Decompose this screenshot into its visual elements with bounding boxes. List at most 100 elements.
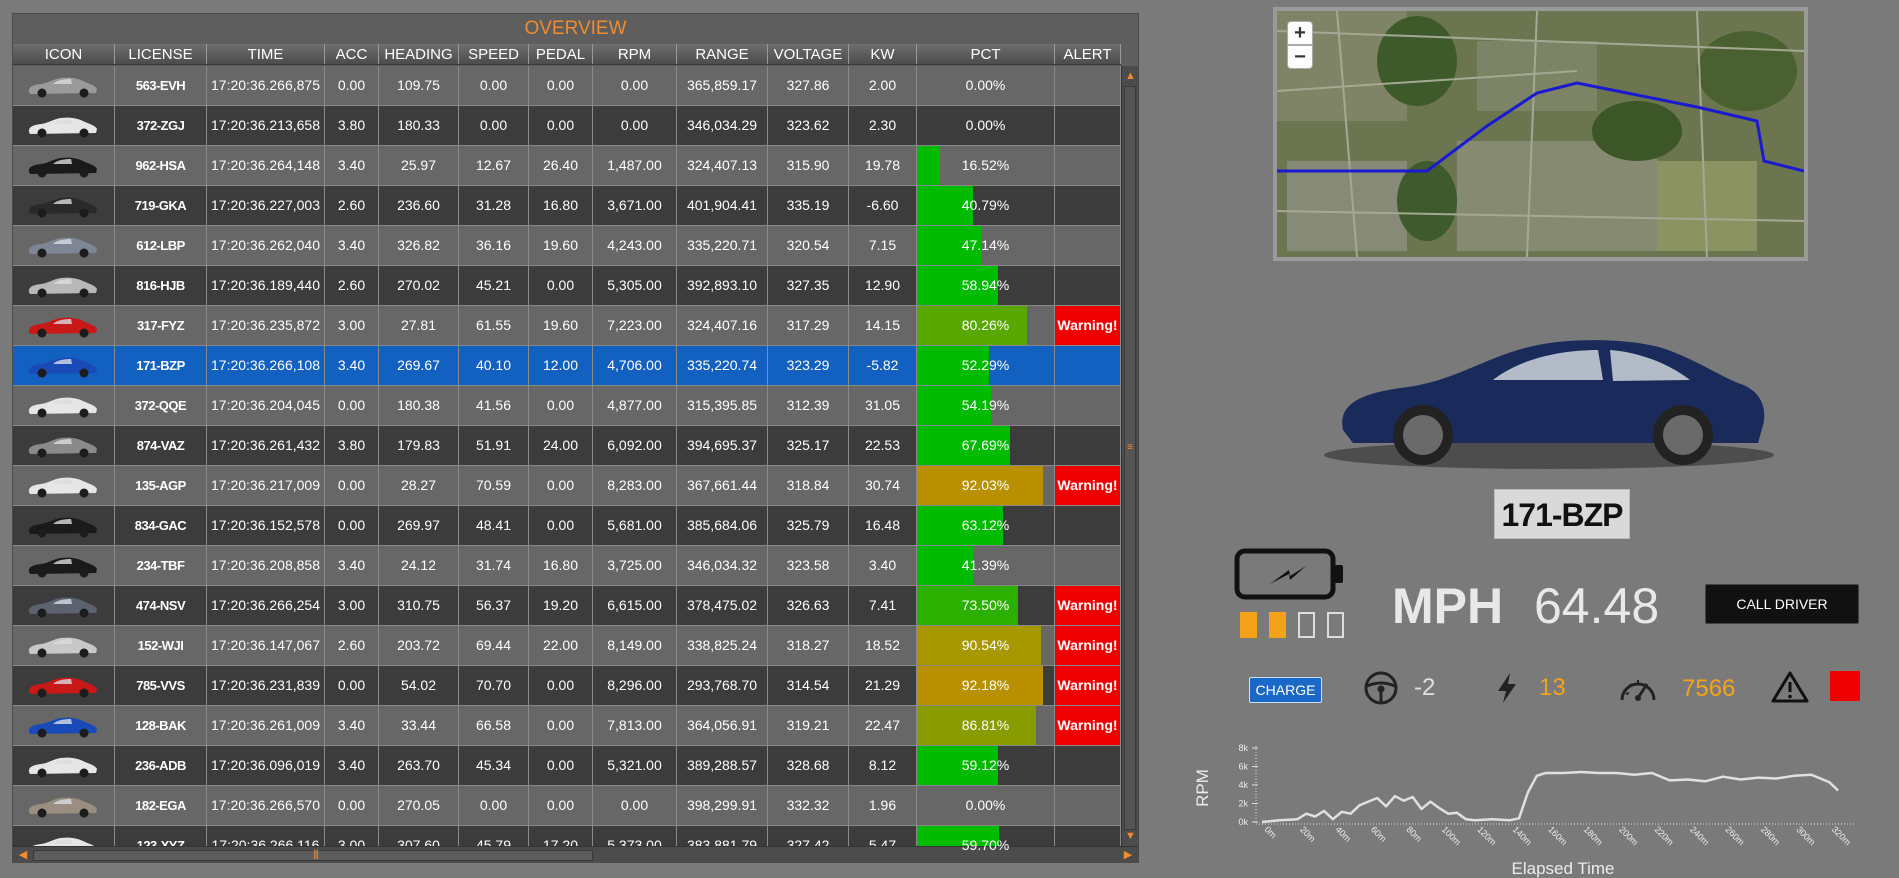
- voltage-cell: 320.54: [768, 226, 849, 265]
- time-cell: 17:20:36.266,875: [207, 66, 325, 105]
- column-header-license[interactable]: LICENSE: [115, 44, 207, 64]
- heading-cell: 269.67: [379, 346, 459, 385]
- scroll-up-icon[interactable]: ▲: [1122, 68, 1139, 84]
- acc-cell: 3.80: [325, 426, 379, 465]
- icon-cell: [13, 346, 115, 385]
- license-cell: 785-VVS: [115, 666, 207, 705]
- column-header-range[interactable]: RANGE: [677, 44, 768, 64]
- kw-cell: 21.29: [849, 666, 917, 705]
- column-header-alert[interactable]: ALERT: [1055, 44, 1121, 64]
- column-header-rpm[interactable]: RPM: [593, 44, 677, 64]
- acc-cell: 0.00: [325, 666, 379, 705]
- voltage-cell: 318.84: [768, 466, 849, 505]
- car-icon: [28, 717, 97, 738]
- charge-button[interactable]: CHARGE: [1249, 677, 1322, 703]
- table-row[interactable]: 135-AGP 17:20:36.217,009 0.00 28.27 70.59 0.0…: [13, 466, 1121, 506]
- column-header-kw[interactable]: KW: [849, 44, 917, 64]
- license-cell: 563-EVH: [115, 66, 207, 105]
- vertical-scrollbar[interactable]: ▲ ≡ ▼: [1121, 66, 1138, 846]
- pct-text: 16.52%: [961, 157, 1010, 173]
- speed-cell: 66.58: [459, 706, 529, 745]
- call-driver-button[interactable]: CALL DRIVER: [1705, 584, 1859, 624]
- speed-cell: 48.41: [459, 506, 529, 545]
- speed-cell: 45.34: [459, 746, 529, 785]
- scroll-left-icon[interactable]: ◀: [15, 847, 31, 864]
- car-icon: [28, 557, 97, 578]
- icon-cell: [13, 306, 115, 345]
- column-header-time[interactable]: TIME: [207, 44, 325, 64]
- license-cell: 317-FYZ: [115, 306, 207, 345]
- table-row[interactable]: 834-GAC 17:20:36.152,578 0.00 269.97 48.41 0.…: [13, 506, 1121, 546]
- column-header-acc[interactable]: ACC: [325, 44, 379, 64]
- table-row[interactable]: 182-EGA 17:20:36.266,570 0.00 270.05 0.00 0.0…: [13, 786, 1121, 826]
- car-icon: [28, 317, 97, 338]
- rpm-cell: 7,223.00: [593, 306, 677, 345]
- column-header-voltage[interactable]: VOLTAGE: [768, 44, 849, 64]
- car-icon: [28, 117, 97, 138]
- acc-cell: 3.40: [325, 346, 379, 385]
- table-row[interactable]: 171-BZP 17:20:36.266,108 3.40 269.67 40.10 12…: [13, 346, 1121, 386]
- zoom-out-button[interactable]: −: [1287, 45, 1313, 69]
- table-row[interactable]: 563-EVH 17:20:36.266,875 0.00 109.75 0.00 0.0…: [13, 66, 1121, 106]
- battery-charging-icon: [1234, 548, 1343, 600]
- battery-cell: [1298, 612, 1315, 638]
- table-row[interactable]: 816-HJB 17:20:36.189,440 2.60 270.02 45.21 0.…: [13, 266, 1121, 306]
- pedal-cell: 0.00: [529, 386, 593, 425]
- speed-cell: 45.21: [459, 266, 529, 305]
- voltage-cell: 319.21: [768, 706, 849, 745]
- icon-cell: [13, 426, 115, 465]
- time-cell: 17:20:36.235,872: [207, 306, 325, 345]
- zoom-in-button[interactable]: +: [1287, 21, 1313, 45]
- table-row[interactable]: 874-VAZ 17:20:36.261,432 3.80 179.83 51.91 24…: [13, 426, 1121, 466]
- heading-cell: 179.83: [379, 426, 459, 465]
- column-header-pedal[interactable]: PEDAL: [529, 44, 593, 64]
- battery-level: [1240, 612, 1344, 638]
- x-tick-label: 0m: [1263, 824, 1279, 840]
- chart-y-axis: 8k 6k 4k 2k 0k: [1238, 743, 1258, 827]
- rpm-cell: 6,615.00: [593, 586, 677, 625]
- column-header-speed[interactable]: SPEED: [459, 44, 529, 64]
- time-cell: 17:20:36.152,578: [207, 506, 325, 545]
- range-cell: 401,904.41: [677, 186, 768, 225]
- speed-unit-label: MPH: [1392, 578, 1504, 634]
- column-header-heading[interactable]: HEADING: [379, 44, 459, 64]
- table-row[interactable]: 317-FYZ 17:20:36.235,872 3.00 27.81 61.55 19.…: [13, 306, 1121, 346]
- table-row[interactable]: 152-WJI 17:20:36.147,067 2.60 203.72 69.44 22…: [13, 626, 1121, 666]
- icon-cell: [13, 386, 115, 425]
- pct-text: 63.12%: [961, 517, 1010, 533]
- alert-indicator: [1830, 671, 1860, 701]
- table-row[interactable]: 372-ZGJ 17:20:36.213,658 3.80 180.33 0.00 0.0…: [13, 106, 1121, 146]
- table-row[interactable]: 719-GKA 17:20:36.227,003 2.60 236.60 31.28 16…: [13, 186, 1121, 226]
- rpm-cell: 6,092.00: [593, 426, 677, 465]
- rpm-cell: 4,877.00: [593, 386, 677, 425]
- grip-icon: ≡: [1127, 442, 1133, 453]
- rpm-cell: 5,681.00: [593, 506, 677, 545]
- rpm-cell: 4,243.00: [593, 226, 677, 265]
- table-row[interactable]: 962-HSA 17:20:36.264,148 3.40 25.97 12.67 26.…: [13, 146, 1121, 186]
- table-row[interactable]: 785-VVS 17:20:36.231,839 0.00 54.02 70.70 0.0…: [13, 666, 1121, 706]
- column-header-icon[interactable]: ICON: [13, 44, 115, 64]
- heading-cell: 25.97: [379, 146, 459, 185]
- route-map[interactable]: + −: [1273, 7, 1808, 261]
- speed-value: 64.48: [1534, 578, 1660, 634]
- voltage-cell: 317.29: [768, 306, 849, 345]
- scroll-down-icon[interactable]: ▼: [1122, 828, 1139, 844]
- table-row[interactable]: 128-BAK 17:20:36.261,009 3.40 33.44 66.58 0.0…: [13, 706, 1121, 746]
- pct-cell: 58.94%: [917, 266, 1055, 305]
- table-row[interactable]: 372-QQE 17:20:36.204,045 0.00 180.38 41.56 0.…: [13, 386, 1121, 426]
- vertical-scroll-thumb[interactable]: [1124, 86, 1136, 830]
- time-cell: 17:20:36.264,148: [207, 146, 325, 185]
- rpm-cell: 1,487.00: [593, 146, 677, 185]
- table-row[interactable]: 612-LBP 17:20:36.262,040 3.40 326.82 36.16 19…: [13, 226, 1121, 266]
- pedal-cell: 16.80: [529, 186, 593, 225]
- time-cell: 17:20:36.227,003: [207, 186, 325, 225]
- table-row[interactable]: 236-ADB 17:20:36.096,019 3.40 263.70 45.34 0.…: [13, 746, 1121, 786]
- kw-cell: 2.00: [849, 66, 917, 105]
- license-cell: 719-GKA: [115, 186, 207, 225]
- column-header-pct[interactable]: PCT: [917, 44, 1055, 64]
- range-cell: 346,034.29: [677, 106, 768, 145]
- scroll-right-icon[interactable]: ▶: [1120, 847, 1136, 864]
- table-row[interactable]: 474-NSV 17:20:36.266,254 3.00 310.75 56.37 19…: [13, 586, 1121, 626]
- table-row[interactable]: 234-TBF 17:20:36.208,858 3.40 24.12 31.74 16.…: [13, 546, 1121, 586]
- time-cell: 17:20:36.147,067: [207, 626, 325, 665]
